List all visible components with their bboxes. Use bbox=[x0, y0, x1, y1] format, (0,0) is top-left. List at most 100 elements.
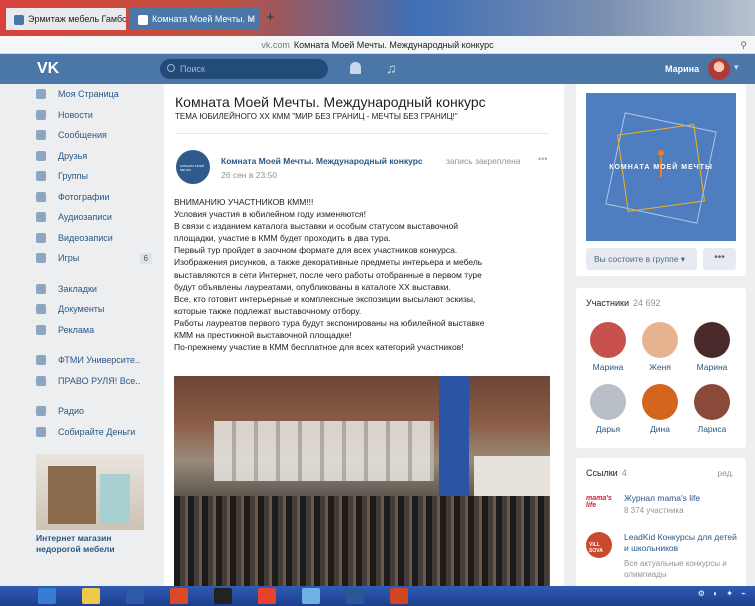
post-text-line: Работы лауреатов первого тура будут эксп… bbox=[174, 317, 485, 328]
documents-icon bbox=[36, 304, 46, 315]
sidebar-item-label: Сообщения bbox=[58, 130, 107, 141]
links-header[interactable]: Ссылки 4 bbox=[586, 468, 627, 478]
sidebar-item-label: Документы bbox=[58, 304, 105, 315]
new-tab-button[interactable]: + bbox=[266, 8, 275, 28]
counter-badge: 6 bbox=[139, 252, 152, 264]
members-grid: Марина Женя Марина Дарья Дина Лариса bbox=[582, 318, 742, 442]
avatar bbox=[694, 322, 730, 358]
video-icon bbox=[36, 232, 46, 243]
member-name: Марина bbox=[592, 362, 624, 372]
post-author-avatar[interactable]: КОМНАТА МОЕЙ МЕЧТЫ bbox=[176, 150, 210, 184]
member-item[interactable]: Лариса bbox=[686, 380, 738, 442]
page-title: Комната Моей Мечты. Международный конкур… bbox=[175, 94, 486, 110]
leadkid-logo[interactable]: VILL SOVA bbox=[586, 532, 612, 558]
sidebar-item[interactable]: Сообщения bbox=[36, 125, 152, 146]
close-tab-icon[interactable]: ✕ bbox=[247, 8, 255, 30]
member-name: Дарья bbox=[595, 424, 621, 434]
avatar bbox=[590, 322, 626, 358]
sidebar-item[interactable]: Видеозаписи bbox=[36, 228, 152, 249]
camera-icon bbox=[36, 191, 46, 202]
post-text-line: Все, кто готовит интерьерные и комплексн… bbox=[174, 293, 476, 304]
mamas-life-logo[interactable]: mama's life bbox=[586, 492, 612, 512]
browser-tab-active[interactable]: Комната Моей Мечты. М ✕ bbox=[130, 8, 260, 30]
games-icon bbox=[36, 253, 46, 264]
post-text-line: ВНИМАНИЮ УЧАСТНИКОВ КММ!!! bbox=[174, 197, 314, 207]
vk-logo[interactable]: VK bbox=[37, 60, 63, 78]
member-item[interactable]: Марина bbox=[582, 318, 634, 380]
sidebar-item-label: Новости bbox=[58, 109, 93, 120]
office-icon[interactable] bbox=[170, 588, 188, 604]
terminal-icon[interactable] bbox=[214, 588, 232, 604]
sidebar-item[interactable]: Реклама bbox=[36, 320, 152, 341]
vk-header: VK Поиск ♫ Марина ▾ bbox=[0, 54, 755, 84]
avatar bbox=[642, 384, 678, 420]
url-title: Комната Моей Мечты. Международный конкур… bbox=[293, 40, 494, 50]
edit-links-link[interactable]: ред. bbox=[717, 468, 734, 478]
post-text-line: Условия участия в юбилейном году изменяю… bbox=[174, 209, 367, 220]
sidebar-item[interactable]: Документы bbox=[36, 299, 152, 320]
paint-icon[interactable] bbox=[302, 588, 320, 604]
folder-icon[interactable] bbox=[82, 588, 100, 604]
sidebar-item-label: Игры bbox=[58, 253, 80, 264]
sidebar-item[interactable]: Игры 6 bbox=[36, 248, 152, 269]
sidebar-item[interactable]: Группы bbox=[36, 166, 152, 187]
user-avatar[interactable] bbox=[708, 58, 730, 80]
ad-image[interactable] bbox=[36, 454, 144, 530]
search-icon bbox=[167, 64, 175, 72]
system-tray[interactable]: ⚙ ◐ ✦ ⌁ bbox=[698, 589, 749, 598]
notifications-bell-icon[interactable] bbox=[350, 62, 361, 74]
sidebar-item[interactable]: Друзья bbox=[36, 146, 152, 167]
address-bar[interactable]: vk.com Комната Моей Мечты. Международный … bbox=[0, 36, 755, 54]
messages-icon bbox=[36, 130, 46, 141]
word-icon[interactable] bbox=[346, 588, 364, 604]
post-text-line: В связи с изданием каталога выставки и о… bbox=[174, 221, 459, 232]
sidebar-item-label: ПРАВО РУЛЯ! Все.. bbox=[58, 375, 141, 386]
post-author[interactable]: Комната Моей Мечты. Международный конкур… bbox=[221, 156, 423, 166]
search-input[interactable]: Поиск bbox=[160, 59, 328, 79]
chevron-down-icon[interactable]: ▾ bbox=[734, 62, 739, 73]
more-actions-button[interactable]: ••• bbox=[703, 248, 736, 270]
membership-label: Вы состоите в группе bbox=[594, 254, 679, 264]
member-item[interactable]: Марина bbox=[686, 318, 738, 380]
sidebar-item[interactable]: Аудиозаписи bbox=[36, 207, 152, 228]
ad-title[interactable]: Интернет магазин недорогой мебели bbox=[36, 533, 152, 555]
sidebar-item[interactable]: ФТМИ Университе.. bbox=[36, 350, 152, 371]
post-photo[interactable] bbox=[174, 376, 550, 586]
presentation-icon[interactable] bbox=[390, 588, 408, 604]
sidebar-item[interactable]: Моя Страница bbox=[36, 84, 152, 105]
member-item[interactable]: Дарья bbox=[582, 380, 634, 442]
sidebar-item[interactable]: Фотографии bbox=[36, 187, 152, 208]
sidebar-item-label: Реклама bbox=[58, 324, 95, 335]
divider bbox=[175, 133, 549, 134]
sidebar-item[interactable]: Радио bbox=[36, 401, 152, 422]
group-cover-image[interactable]: КОМНАТА МОЕЙ МЕЧТЫ bbox=[586, 93, 736, 241]
user-name[interactable]: Марина bbox=[665, 54, 699, 84]
post-menu-icon[interactable]: ••• bbox=[538, 154, 547, 164]
sidebar-item[interactable]: Новости bbox=[36, 105, 152, 126]
browser-tab-hermitage[interactable]: Эрмитаж мебель Гамбса: 2 bbox=[6, 8, 126, 30]
sidebar-item[interactable]: ПРАВО РУЛЯ! Все.. bbox=[36, 371, 152, 392]
members-label: Участники bbox=[586, 298, 629, 308]
membership-button[interactable]: Вы состоите в группе ▾ bbox=[586, 248, 697, 270]
sidebar-item-label: Моя Страница bbox=[58, 89, 119, 100]
post-pinned-label: запись закреплена bbox=[446, 156, 521, 166]
search-icon[interactable]: ⚲ bbox=[740, 36, 747, 54]
yandex-icon[interactable] bbox=[258, 588, 276, 604]
ads-icon bbox=[36, 324, 46, 335]
link-title[interactable]: LeadKid Конкурсы для детей и школьников bbox=[624, 532, 742, 554]
sidebar-item[interactable]: Собирайте Деньги bbox=[36, 422, 152, 443]
save-icon[interactable] bbox=[126, 588, 144, 604]
sidebar-item[interactable]: Закладки bbox=[36, 279, 152, 300]
music-icon[interactable]: ♫ bbox=[386, 60, 397, 76]
post-date[interactable]: 26 сен в 23:50 bbox=[221, 170, 277, 180]
explorer-icon[interactable] bbox=[38, 588, 56, 604]
member-item[interactable]: Дина bbox=[634, 380, 686, 442]
member-item[interactable]: Женя bbox=[634, 318, 686, 380]
app-icon bbox=[36, 406, 46, 417]
post-text-line: Изображения рисунков, а также декоративн… bbox=[174, 257, 483, 268]
link-title[interactable]: Журнал mama's life bbox=[624, 493, 700, 503]
friends-icon bbox=[36, 150, 46, 161]
members-header[interactable]: Участники 24 692 bbox=[586, 298, 661, 308]
member-name: Марина bbox=[696, 362, 728, 372]
sidebar-item-label: Группы bbox=[58, 171, 88, 182]
